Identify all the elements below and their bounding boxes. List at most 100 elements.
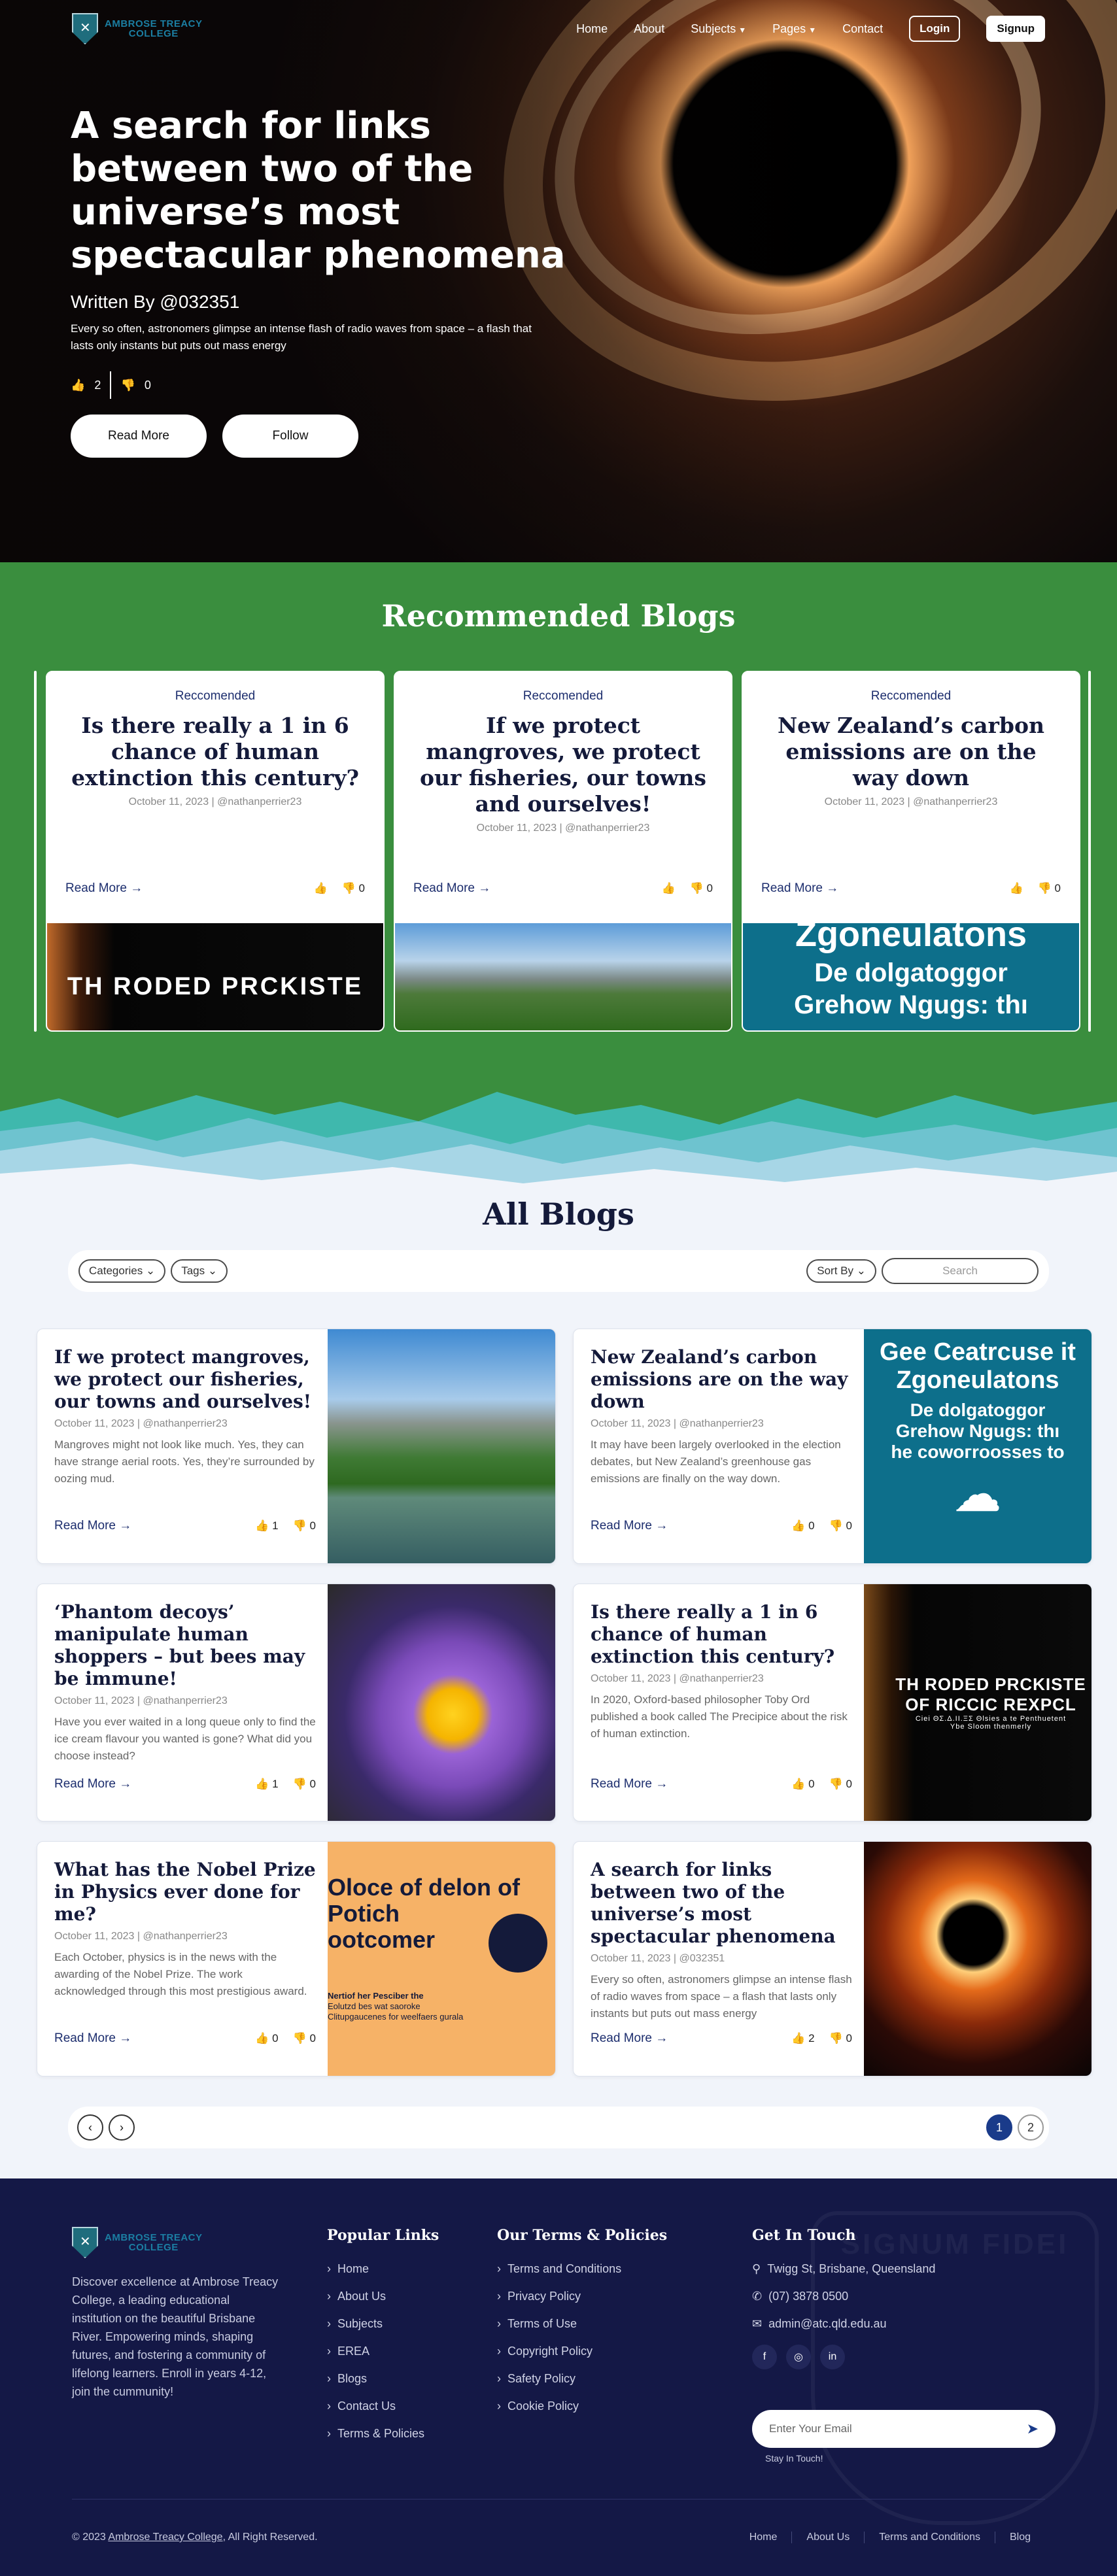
thumbs-down-icon[interactable]: 👎 0: [829, 1519, 852, 1533]
blog-card[interactable]: Is there really a 1 in 6 chance of human…: [573, 1584, 1092, 1822]
next-page-button[interactable]: ›: [109, 2114, 135, 2141]
send-icon[interactable]: ➤: [1027, 2420, 1039, 2437]
bottom-link[interactable]: Home: [735, 2532, 792, 2543]
card-title[interactable]: If we protect mangroves, we protect our …: [54, 1346, 316, 1413]
thumbs-down-icon[interactable]: 👎 0: [1038, 882, 1061, 895]
footer-link[interactable]: › Copyright Policy: [497, 2345, 667, 2358]
login-button[interactable]: Login: [909, 16, 961, 42]
recommended-card[interactable]: Reccomended If we protect mangroves, we …: [394, 671, 732, 1032]
nav-pages[interactable]: Pages ▼: [772, 22, 816, 36]
footer-logo[interactable]: AMBROSE TREACY COLLEGE: [72, 2227, 281, 2258]
prev-page-button[interactable]: ‹: [77, 2114, 103, 2141]
card-image: [328, 1584, 555, 1821]
card-meta: October 11, 2023 | @nathanperrier23: [54, 1695, 228, 1706]
thumbs-up-icon[interactable]: 👍: [313, 882, 327, 895]
thumbs-up-icon[interactable]: 👍: [661, 882, 675, 895]
page-2-button[interactable]: 2: [1018, 2114, 1044, 2141]
nav-subjects[interactable]: Subjects ▼: [691, 22, 746, 36]
footer-contact: Get In Touch ⚲ Twigg St, Brisbane, Queens…: [752, 2227, 935, 2369]
read-more-link[interactable]: Read More →: [591, 2031, 668, 2046]
thumbs-down-icon[interactable]: 👎: [120, 379, 135, 392]
chevron-right-icon: ›: [497, 2372, 501, 2385]
footer-link[interactable]: › Home: [327, 2262, 439, 2276]
thumbs-down-icon[interactable]: 👎 0: [829, 1778, 852, 1791]
thumbs-up-icon[interactable]: 👍 0: [791, 1778, 814, 1791]
bottom-link[interactable]: About Us: [791, 2532, 864, 2543]
footer-link[interactable]: › About Us: [327, 2290, 439, 2303]
footer-link[interactable]: › Terms of Use: [497, 2317, 667, 2331]
bottom-link[interactable]: Blog: [994, 2532, 1045, 2543]
footer-phone[interactable]: ✆ (07) 3878 0500: [752, 2290, 935, 2303]
thumbs-up-icon[interactable]: 👍: [71, 379, 85, 392]
footer-link[interactable]: › Terms and Conditions: [497, 2262, 667, 2276]
card-title[interactable]: ‘Phantom decoys’ manipulate human shoppe…: [54, 1601, 316, 1690]
mail-icon: ✉: [752, 2317, 763, 2330]
bottom-link[interactable]: Terms and Conditions: [864, 2532, 995, 2543]
blog-card[interactable]: What has the Nobel Prize in Physics ever…: [37, 1841, 556, 2076]
facebook-icon[interactable]: f: [752, 2345, 777, 2369]
thumbs-down-icon[interactable]: 👎 0: [690, 882, 713, 895]
hero-description: Every so often, astronomers glimpse an i…: [71, 322, 532, 352]
thumbs-up-icon[interactable]: 👍 2: [791, 2032, 814, 2045]
footer-link[interactable]: › Blogs: [327, 2372, 439, 2386]
footer-link[interactable]: › EREA: [327, 2345, 439, 2358]
copyright-link[interactable]: Ambrose Treacy College: [108, 2532, 222, 2543]
thumbs-up-icon[interactable]: 👍 0: [255, 2032, 278, 2045]
thumbs-down-icon[interactable]: 👎 0: [342, 882, 365, 895]
card-title[interactable]: A search for links between two of the un…: [591, 1859, 852, 1948]
footer-link[interactable]: › Cookie Policy: [497, 2399, 667, 2413]
card-meta: October 11, 2023 | @nathanperrier23: [591, 1418, 764, 1429]
footer-email[interactable]: ✉ admin@atc.qld.edu.au: [752, 2317, 935, 2331]
read-more-link[interactable]: Read More →: [591, 1777, 668, 1791]
page-1-button[interactable]: 1: [986, 2114, 1012, 2141]
card-title[interactable]: What has the Nobel Prize in Physics ever…: [54, 1859, 316, 1925]
categories-dropdown[interactable]: Categories ⌄: [78, 1259, 166, 1283]
card-title[interactable]: New Zealand’s carbon emissions are on th…: [743, 713, 1079, 791]
read-more-link[interactable]: Read More →: [54, 1777, 131, 1791]
thumbs-down-icon[interactable]: 👎 0: [293, 2032, 316, 2045]
read-more-link[interactable]: Read More →: [65, 881, 143, 896]
thumbs-down-icon[interactable]: 👎 0: [829, 2032, 852, 2045]
signup-button[interactable]: Signup: [986, 16, 1045, 42]
thumbs-down-icon[interactable]: 👎 0: [293, 1519, 316, 1533]
site-logo[interactable]: AMBROSE TREACY COLLEGE: [72, 13, 203, 44]
blog-card[interactable]: If we protect mangroves, we protect our …: [37, 1329, 556, 1564]
linkedin-icon[interactable]: in: [820, 2345, 845, 2369]
nav-home[interactable]: Home: [576, 22, 608, 36]
card-title[interactable]: Is there really a 1 in 6 chance of human…: [591, 1601, 852, 1668]
card-title[interactable]: If we protect mangroves, we protect our …: [395, 713, 731, 817]
footer-link[interactable]: › Contact Us: [327, 2399, 439, 2413]
blog-card[interactable]: A search for links between two of the un…: [573, 1841, 1092, 2076]
nav-about[interactable]: About: [634, 22, 664, 36]
footer-link[interactable]: › Privacy Policy: [497, 2290, 667, 2303]
thumbs-down-icon[interactable]: 👎 0: [293, 1778, 316, 1791]
tags-dropdown[interactable]: Tags ⌄: [171, 1259, 228, 1283]
newsletter-email-input[interactable]: Enter Your Email ➤: [752, 2410, 1056, 2448]
hero-read-more-button[interactable]: Read More: [71, 415, 207, 458]
read-more-link[interactable]: Read More →: [413, 881, 490, 896]
search-input[interactable]: Search: [882, 1258, 1039, 1284]
eclipse-illustration: [489, 1914, 547, 1973]
read-more-link[interactable]: Read More →: [591, 1519, 668, 1533]
footer-link[interactable]: › Safety Policy: [497, 2372, 667, 2386]
thumbs-up-icon[interactable]: 👍 0: [791, 1519, 814, 1533]
blog-card[interactable]: ‘Phantom decoys’ manipulate human shoppe…: [37, 1584, 556, 1822]
thumbs-up-icon[interactable]: 👍 1: [255, 1519, 278, 1533]
thumbs-up-icon[interactable]: 👍: [1009, 882, 1023, 895]
thumbs-up-icon[interactable]: 👍 1: [255, 1778, 278, 1791]
recommended-card[interactable]: Reccomended Is there really a 1 in 6 cha…: [46, 671, 385, 1032]
read-more-link[interactable]: Read More →: [54, 1519, 131, 1533]
hero-follow-button[interactable]: Follow: [222, 415, 358, 458]
blog-card[interactable]: New Zealand’s carbon emissions are on th…: [573, 1329, 1092, 1564]
recommended-card[interactable]: Reccomended New Zealand’s carbon emissio…: [742, 671, 1080, 1032]
read-more-link[interactable]: Read More →: [54, 2031, 131, 2046]
footer-link[interactable]: › Terms & Policies: [327, 2427, 439, 2441]
divider: [110, 371, 112, 399]
read-more-link[interactable]: Read More →: [761, 881, 838, 896]
instagram-icon[interactable]: ◎: [786, 2345, 811, 2369]
nav-contact[interactable]: Contact: [842, 22, 883, 36]
card-title[interactable]: New Zealand’s carbon emissions are on th…: [591, 1346, 852, 1413]
card-title[interactable]: Is there really a 1 in 6 chance of human…: [47, 713, 383, 791]
footer-link[interactable]: › Subjects: [327, 2317, 439, 2331]
sort-dropdown[interactable]: Sort By ⌄: [806, 1259, 876, 1283]
